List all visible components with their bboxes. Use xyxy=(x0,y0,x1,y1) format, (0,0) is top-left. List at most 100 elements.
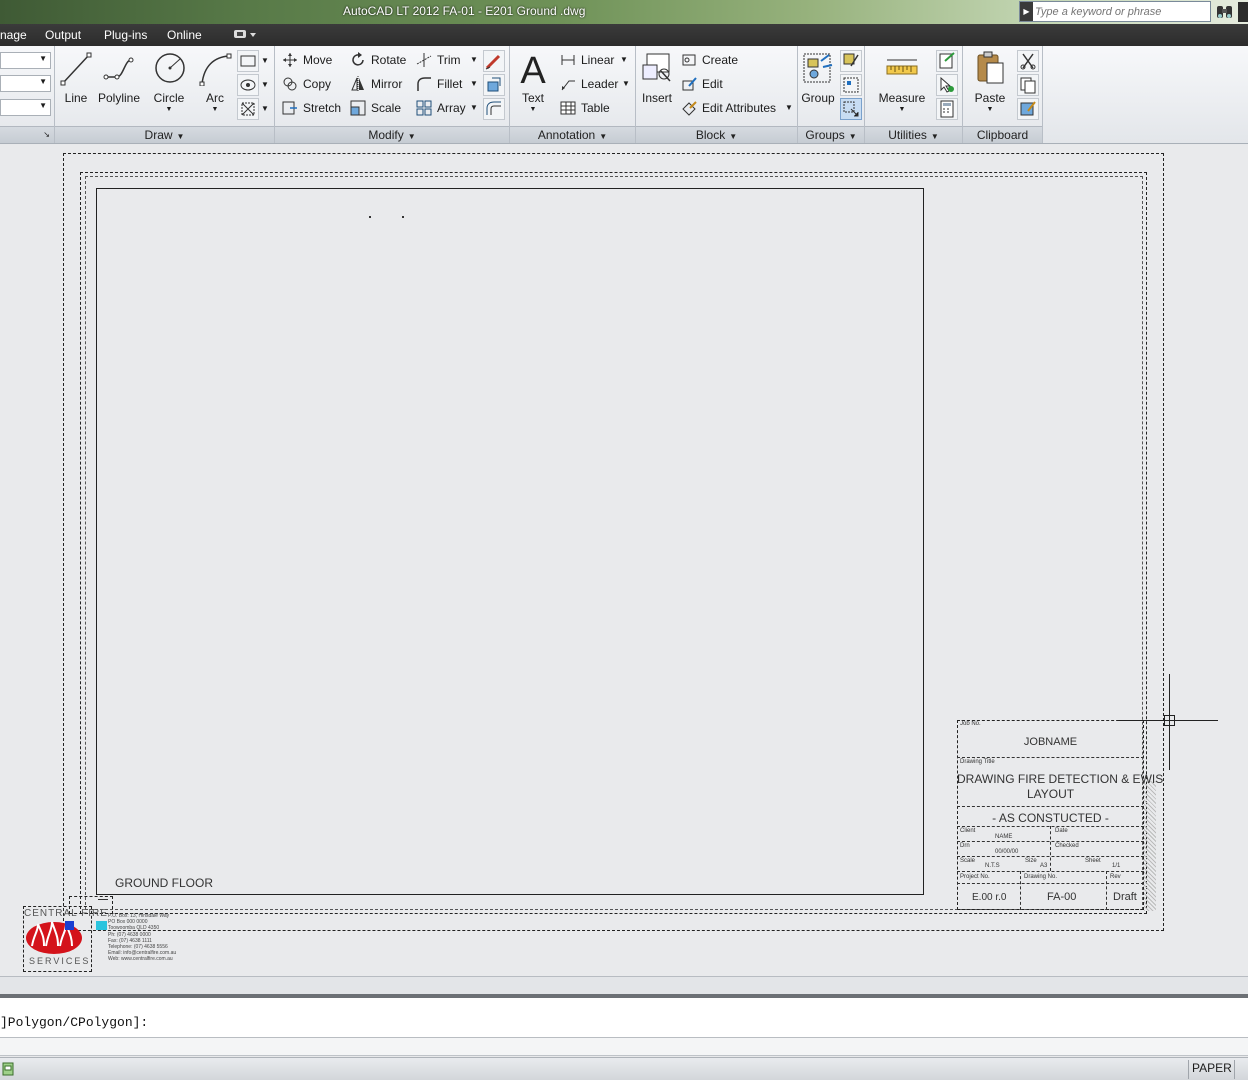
measure-button[interactable]: Measure ▼ xyxy=(876,50,928,122)
trim-button[interactable]: Trim ▼ xyxy=(416,50,478,70)
panel-label-block[interactable]: Block ▼ xyxy=(636,126,797,143)
title-block-small-text: 00/00/00 xyxy=(995,849,1019,855)
layer-dropdown-3[interactable]: ▼ xyxy=(0,99,51,116)
panel-label-modify[interactable]: Modify ▼ xyxy=(275,126,509,143)
linear-dropdown-icon[interactable]: ▼ xyxy=(620,50,628,70)
project-number: E.00 r.0 xyxy=(972,892,1007,903)
panel-label-utilities[interactable]: Utilities ▼ xyxy=(865,126,962,143)
match-properties-icon[interactable] xyxy=(1017,98,1039,120)
edit-attributes-dropdown-icon[interactable]: ▼ xyxy=(785,98,793,118)
viewport-frame[interactable] xyxy=(96,188,924,895)
erase-icon[interactable] xyxy=(483,50,505,72)
select-all-icon[interactable] xyxy=(936,74,958,96)
edit-attributes-button[interactable]: Edit Attributes ▼ xyxy=(681,98,793,118)
linear-button[interactable]: Linear ▼ xyxy=(560,50,630,70)
copy-clipboard-icon[interactable] xyxy=(1017,74,1039,96)
text-dropdown-icon[interactable]: ▼ xyxy=(514,106,552,113)
measure-dropdown-icon[interactable]: ▼ xyxy=(876,106,928,113)
panel-label-layers[interactable]: ↘ xyxy=(0,126,54,143)
model-space-icon[interactable] xyxy=(2,1062,14,1076)
cut-icon[interactable] xyxy=(1017,50,1039,72)
group-selection-icon[interactable] xyxy=(840,98,862,120)
clipboard-panel-title: Clipboard xyxy=(976,128,1029,142)
move-icon xyxy=(283,53,297,67)
calculator-icon[interactable] xyxy=(936,98,958,120)
search-box[interactable]: ▶ xyxy=(1019,1,1211,22)
group-edit-icon[interactable] xyxy=(840,74,862,96)
paste-button[interactable]: Paste ▼ xyxy=(968,50,1012,122)
binoculars-icon[interactable] xyxy=(1215,2,1235,22)
panel-label-annotation[interactable]: Annotation ▼ xyxy=(510,126,635,143)
grip-blue[interactable] xyxy=(65,921,74,930)
leader-button[interactable]: Leader ▼ xyxy=(560,74,630,94)
ungroup-icon[interactable] xyxy=(840,50,862,72)
arc-button[interactable]: Arc ▼ xyxy=(195,50,235,122)
groups-panel-title: Groups xyxy=(805,128,845,142)
polyline-label: Polyline xyxy=(97,91,141,105)
window-title: AutoCAD LT 2012 FA-01 - E201 Ground .dwg xyxy=(343,4,586,18)
info-icon[interactable] xyxy=(1238,2,1248,22)
title-block-small-text: Checked xyxy=(1055,843,1079,849)
paper-space-toggle[interactable]: PAPER xyxy=(1192,1061,1232,1075)
tab-plugins[interactable]: Plug-ins xyxy=(104,28,147,42)
fillet-dropdown-icon[interactable]: ▼ xyxy=(470,74,478,94)
panel-label-draw[interactable]: Draw ▼ xyxy=(55,126,274,143)
line-button[interactable]: Line xyxy=(58,50,94,122)
mirror-icon xyxy=(351,76,364,92)
command-input[interactable] xyxy=(0,1038,1248,1056)
explode-icon[interactable] xyxy=(483,74,505,96)
layer-dropdown-2[interactable]: ▼ xyxy=(0,75,51,92)
jobname-text: JOBNAME xyxy=(1023,736,1078,748)
insert-button[interactable]: Insert xyxy=(638,50,676,122)
job-field-label: Job No. xyxy=(960,721,981,727)
revision-value: Draft xyxy=(1113,891,1137,903)
drawing-canvas[interactable]: GROUND FLOOR Job No. JOBNAME Drawing Tit… xyxy=(0,145,1248,976)
circle-dropdown-icon[interactable]: ▼ xyxy=(146,106,192,113)
logo-bottom-text: SERVICES xyxy=(29,956,91,966)
paste-label: Paste xyxy=(974,91,1006,105)
hatch-dropdown-icon[interactable]: ▼ xyxy=(261,80,269,89)
quick-select-icon[interactable] xyxy=(936,50,958,72)
rotate-label: Rotate xyxy=(371,53,407,67)
leader-dropdown-icon[interactable]: ▼ xyxy=(622,74,630,94)
edit-label: Edit xyxy=(702,77,723,91)
logo-leader xyxy=(98,899,108,900)
tab-output[interactable]: Output xyxy=(45,28,81,42)
text-button[interactable]: A Text ▼ xyxy=(514,50,552,122)
svg-text:A: A xyxy=(520,51,546,87)
search-expand-icon[interactable]: ▶ xyxy=(1020,2,1033,21)
rectangle-dropdown-icon[interactable]: ▼ xyxy=(261,56,269,65)
hatch-icon[interactable] xyxy=(237,74,259,96)
paste-dropdown-icon[interactable]: ▼ xyxy=(968,106,1012,113)
title-block-small-text: N.T.S xyxy=(985,863,1000,869)
tab-manage[interactable]: nage xyxy=(0,28,27,42)
arc-dropdown-icon[interactable]: ▼ xyxy=(195,106,235,113)
boundary-dropdown-icon[interactable]: ▼ xyxy=(261,104,269,113)
fillet-button[interactable]: Fillet ▼ xyxy=(416,74,478,94)
title-block-column xyxy=(1020,871,1021,910)
search-input[interactable] xyxy=(1035,3,1207,20)
polyline-button[interactable]: Polyline xyxy=(95,50,143,122)
array-icon xyxy=(416,100,432,116)
status-divider xyxy=(1234,1060,1235,1079)
array-button[interactable]: Array ▼ xyxy=(416,98,478,118)
panel-label-groups[interactable]: Groups ▼ xyxy=(798,126,864,143)
trim-dropdown-icon[interactable]: ▼ xyxy=(470,50,478,70)
grip-cyan[interactable] xyxy=(96,921,107,930)
rectangle-icon[interactable] xyxy=(237,50,259,72)
boundary-icon[interactable] xyxy=(237,98,259,120)
line-label: Line xyxy=(64,91,88,105)
title-block-small-text: Scale xyxy=(960,858,976,864)
contact-line: Web: www.centralfire.com.au xyxy=(108,956,173,963)
offset-icon[interactable] xyxy=(483,98,505,120)
group-button[interactable]: Group xyxy=(800,50,836,122)
layer-dropdown-1[interactable]: ▼ xyxy=(0,52,51,69)
tab-online[interactable]: Online xyxy=(167,28,202,42)
panel-label-clipboard[interactable]: Clipboard xyxy=(963,126,1042,143)
array-dropdown-icon[interactable]: ▼ xyxy=(470,98,478,118)
ribbon-toggle-icon[interactable] xyxy=(233,28,257,43)
leader-icon xyxy=(561,80,575,91)
circle-button[interactable]: Circle ▼ xyxy=(146,50,192,122)
line-icon xyxy=(60,52,92,86)
contact-details: P.O. Box: 13, Hinsdale Way PO Box 000 00… xyxy=(108,913,188,963)
